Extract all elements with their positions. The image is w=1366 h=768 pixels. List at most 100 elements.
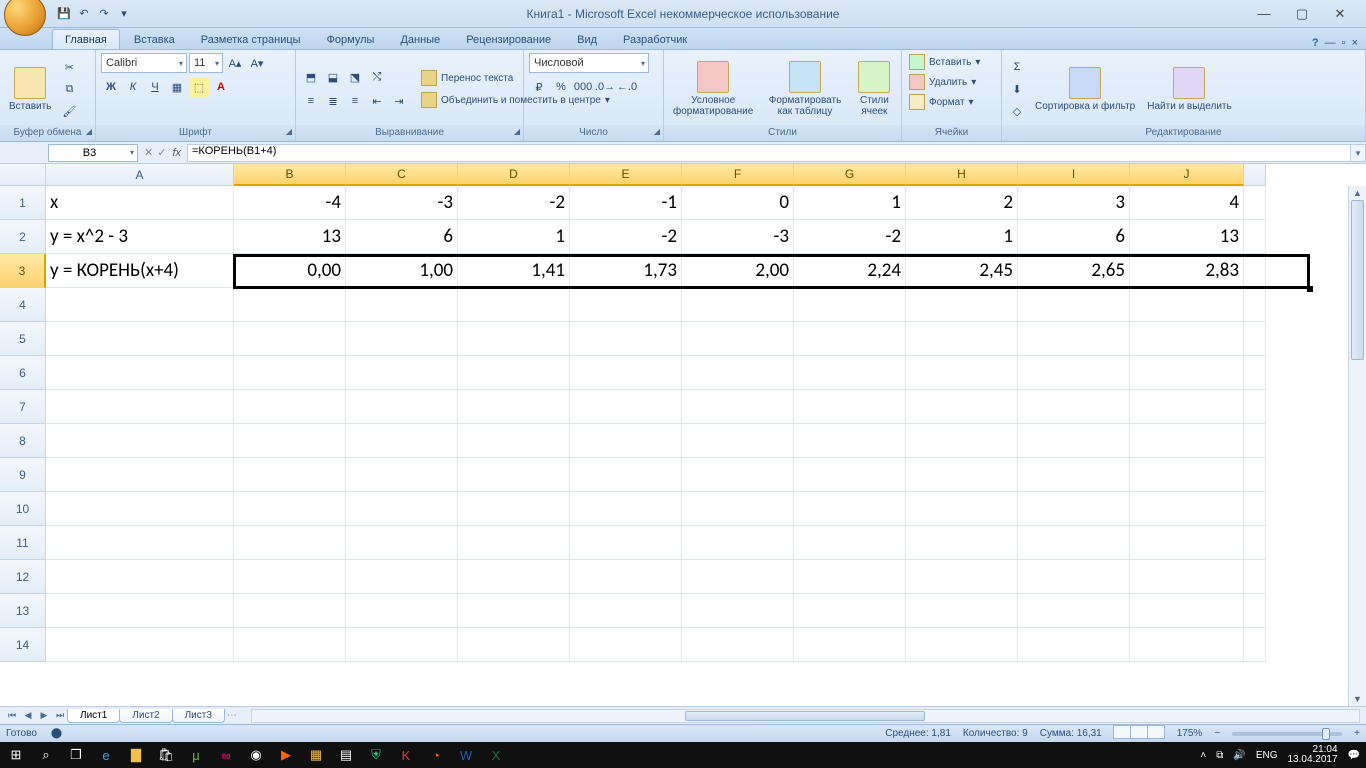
cell-B3[interactable]: 0,00 [234,254,346,288]
cell-D1[interactable]: -2 [458,186,570,220]
cell-J9[interactable] [1130,458,1244,492]
tab-home[interactable]: Главная [52,29,120,49]
cell-E7[interactable] [570,390,682,424]
col-header-E[interactable]: E [570,164,682,186]
cell-J13[interactable] [1130,594,1244,628]
cell-G3[interactable]: 2,24 [794,254,906,288]
cell-I9[interactable] [1018,458,1130,492]
decrease-decimal-icon[interactable]: ←.0 [617,77,637,97]
cell-E2[interactable]: -2 [570,220,682,254]
row-header-2[interactable]: 2 [0,220,46,254]
notepad-icon[interactable]: ▤ [336,745,356,765]
fx-icon[interactable]: fx [172,147,181,159]
paste-button[interactable]: Вставить [5,65,55,114]
cell-C4[interactable] [346,288,458,322]
cancel-formula-icon[interactable]: ✕ [144,146,153,159]
kaspersky-icon[interactable]: K [396,745,416,765]
row-header-3[interactable]: 3 [0,254,46,288]
store-icon[interactable]: 🛍 [156,745,176,765]
cell-D9[interactable] [458,458,570,492]
cell-H7[interactable] [906,390,1018,424]
cell-I2[interactable]: 6 [1018,220,1130,254]
next-sheet-icon[interactable]: ▶ [36,710,52,721]
cell-F12[interactable] [682,560,794,594]
cell-H4[interactable] [906,288,1018,322]
increase-font-icon[interactable]: A▴ [225,53,245,73]
clear-icon[interactable]: ◇ [1007,101,1027,121]
conditional-formatting-button[interactable]: Условное форматирование [669,59,757,119]
cell-J12[interactable] [1130,560,1244,594]
cell-H12[interactable] [906,560,1018,594]
bold-button[interactable]: Ж [101,77,121,97]
cell-E8[interactable] [570,424,682,458]
italic-button[interactable]: К [123,77,143,97]
launcher-icon[interactable]: ◢ [514,127,520,136]
cell-A9[interactable] [46,458,234,492]
tab-formulas[interactable]: Формулы [315,30,387,49]
cell-J6[interactable] [1130,356,1244,390]
edge-icon[interactable]: e [96,745,116,765]
restore-window-icon[interactable]: ▫ [1342,37,1346,49]
cell-H5[interactable] [906,322,1018,356]
cell-A6[interactable] [46,356,234,390]
scroll-up-icon[interactable]: ▲ [1349,186,1366,200]
cell-C9[interactable] [346,458,458,492]
redo-icon[interactable]: ↷ [96,6,112,22]
increase-decimal-icon[interactable]: .0→ [595,77,615,97]
cell-B5[interactable] [234,322,346,356]
cell-I14[interactable] [1018,628,1130,662]
col-header-A[interactable]: A [46,164,234,186]
cell-E12[interactable] [570,560,682,594]
row-header-10[interactable]: 10 [0,492,46,526]
col-header-C[interactable]: C [346,164,458,186]
search-icon[interactable]: ⌕ [36,745,56,765]
align-bottom-icon[interactable]: ⬔ [345,67,365,87]
cell-B13[interactable] [234,594,346,628]
delete-cells-button[interactable]: Удалить ▾ [907,73,978,91]
sheet-tab-2[interactable]: Лист2 [119,709,172,723]
tray-chevron-icon[interactable]: ˄ [1200,750,1206,761]
cell-A4[interactable] [46,288,234,322]
row-header-8[interactable]: 8 [0,424,46,458]
cell-F6[interactable] [682,356,794,390]
tray-volume-icon[interactable]: 🔊 [1233,750,1245,761]
row-header-6[interactable]: 6 [0,356,46,390]
cell-I7[interactable] [1018,390,1130,424]
shield-icon[interactable]: ⛨ [366,745,386,765]
col-header-J[interactable]: J [1130,164,1244,186]
cell-B10[interactable] [234,492,346,526]
cell-G7[interactable] [794,390,906,424]
cell-C1[interactable]: -3 [346,186,458,220]
tab-data[interactable]: Данные [388,30,452,49]
tab-insert[interactable]: Вставка [122,30,187,49]
cell-H10[interactable] [906,492,1018,526]
col-header-I[interactable]: I [1018,164,1130,186]
cell-A12[interactable] [46,560,234,594]
task-icon[interactable]: ▦ [306,745,326,765]
cell-E4[interactable] [570,288,682,322]
launcher-icon[interactable]: ◢ [86,127,92,136]
autosum-icon[interactable]: Σ [1007,57,1027,77]
tab-developer[interactable]: Разработчик [611,30,699,49]
zoom-level[interactable]: 175% [1177,728,1203,739]
cell-A11[interactable] [46,526,234,560]
enter-formula-icon[interactable]: ✓ [157,146,166,159]
border-button[interactable]: ▦ [167,77,187,97]
insert-cells-button[interactable]: Вставить ▾ [907,53,982,71]
cell-F5[interactable] [682,322,794,356]
row-header-5[interactable]: 5 [0,322,46,356]
close-workbook-icon[interactable]: × [1352,37,1358,49]
explorer-icon[interactable]: ▇ [126,745,146,765]
cell-G5[interactable] [794,322,906,356]
cell-D3[interactable]: 1,41 [458,254,570,288]
cell-J8[interactable] [1130,424,1244,458]
formula-input[interactable]: =КОРЕНЬ(B1+4) [187,144,1350,162]
cell-G1[interactable]: 1 [794,186,906,220]
cell-J3[interactable]: 2,83 [1130,254,1244,288]
tab-view[interactable]: Вид [565,30,609,49]
row-header-4[interactable]: 4 [0,288,46,322]
cell-J7[interactable] [1130,390,1244,424]
cell-G4[interactable] [794,288,906,322]
row-header-1[interactable]: 1 [0,186,46,220]
cell-B7[interactable] [234,390,346,424]
